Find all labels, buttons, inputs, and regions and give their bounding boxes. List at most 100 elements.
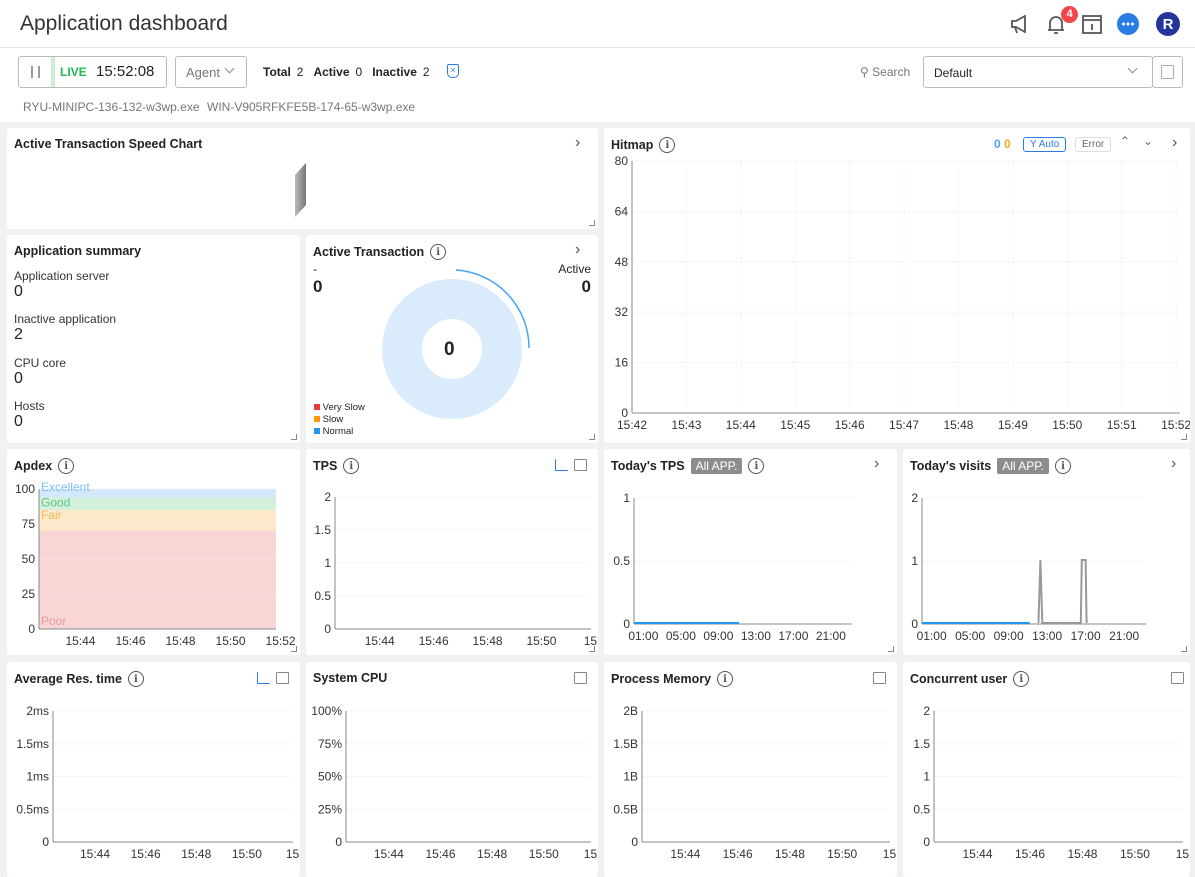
y-tick-label: 1.5B bbox=[613, 737, 638, 751]
chat-icon[interactable] bbox=[1116, 12, 1140, 36]
x-tick-label: 15:46 bbox=[835, 418, 865, 432]
preset-value: Default bbox=[934, 66, 973, 80]
resize-handle[interactable] bbox=[291, 646, 297, 652]
y-tick-label: 75 bbox=[22, 517, 36, 531]
summary-label: Hosts bbox=[14, 399, 45, 413]
x-tick-label: 15:44 bbox=[963, 847, 993, 861]
y-tick-label: 0 bbox=[631, 835, 638, 849]
band-label: Poor bbox=[41, 614, 66, 628]
x-tick-label: 15:46 bbox=[1015, 847, 1045, 861]
resize-handle[interactable] bbox=[1181, 646, 1187, 652]
x-tick-label: 15:48 bbox=[775, 847, 805, 861]
inactive-label: Inactive bbox=[372, 65, 417, 79]
search-button[interactable]: ⚲ Search bbox=[860, 65, 910, 79]
resize-handle[interactable] bbox=[1181, 434, 1187, 440]
active-transaction-donut[interactable] bbox=[376, 265, 536, 425]
agent-dropdown[interactable]: Agent bbox=[175, 56, 247, 88]
resize-handle[interactable] bbox=[888, 646, 894, 652]
x-tick-label: 15:44 bbox=[65, 634, 95, 648]
apdex-panel: Apdex i 0 25 50 75 100 15:44 15:46 15:48 15:50 15:… bbox=[7, 449, 300, 655]
speed-chart-panel: Active Transaction Speed Chart › bbox=[7, 128, 598, 229]
tps-chart[interactable]: 00.511.5215:4415:4615:4815:5015:5 bbox=[306, 449, 598, 655]
x-tick-label: 15:5 bbox=[584, 847, 598, 861]
y-tick-label: 0 bbox=[335, 835, 342, 849]
info-panel-icon[interactable] bbox=[1080, 12, 1104, 36]
agent-counts: Total 2 Active 0 Inactive 2 bbox=[263, 65, 430, 79]
avatar[interactable]: R bbox=[1156, 12, 1180, 36]
pause-icon[interactable] bbox=[31, 66, 40, 78]
save-icon bbox=[1161, 65, 1174, 79]
resize-handle[interactable] bbox=[589, 646, 595, 652]
y-tick-label: 1 bbox=[324, 556, 331, 570]
x-tick-label: 13:00 bbox=[741, 629, 771, 643]
legend-label: Very Slow bbox=[322, 402, 365, 413]
concurrent-user-chart[interactable]: 0 0.5 1 1.5 2 15:44 15:46 15:48 15:50 15:5 bbox=[903, 662, 1190, 877]
resize-handle[interactable] bbox=[291, 434, 297, 440]
y-tick-label: 1 bbox=[623, 491, 630, 505]
summary-value: 0 bbox=[14, 370, 23, 387]
hitmap-chart[interactable]: 0163248648015:42 15:43 15:44 15:45 15:46 15:4… bbox=[604, 128, 1190, 443]
y-tick-label: 50 bbox=[22, 552, 36, 566]
speed-chart-graphic bbox=[295, 163, 306, 217]
todays-visits-chart[interactable]: 01201:00 05:00 09:00 13:00 17:00 21:00 bbox=[903, 449, 1190, 655]
chevron-right-icon[interactable]: › bbox=[575, 134, 580, 152]
save-button[interactable] bbox=[1152, 56, 1183, 88]
x-tick-label: 13:00 bbox=[1032, 629, 1062, 643]
x-tick-label: 09:00 bbox=[994, 629, 1024, 643]
x-tick-label: 15:50 bbox=[526, 634, 556, 648]
y-tick-label: 1.5 bbox=[913, 737, 930, 751]
clear-filter-icon[interactable]: × bbox=[447, 64, 459, 78]
y-tick-label: 64 bbox=[615, 204, 629, 218]
x-tick-label: 15:48 bbox=[477, 847, 507, 861]
y-tick-label: 1B bbox=[623, 770, 638, 784]
resize-handle[interactable] bbox=[589, 434, 595, 440]
y-tick-label: 1ms bbox=[26, 770, 49, 784]
x-tick-label: 15:44 bbox=[365, 634, 395, 648]
y-tick-label: 0 bbox=[923, 835, 930, 849]
x-tick-label: 15:46 bbox=[419, 634, 449, 648]
left-label: - bbox=[313, 262, 317, 276]
live-control[interactable]: LIVE 15:52:08 bbox=[18, 56, 167, 88]
x-tick-label: 15:50 bbox=[216, 634, 246, 648]
band-label: Fair bbox=[41, 508, 62, 522]
megaphone-icon[interactable] bbox=[1008, 12, 1032, 36]
x-tick-label: 15:50 bbox=[232, 847, 262, 861]
y-tick-label: 48 bbox=[615, 255, 629, 269]
system-cpu-chart[interactable]: 0 25% 50% 75% 100% 15:44 15:46 15:48 15:50 15:5 bbox=[306, 662, 598, 877]
y-tick-label: 0.5 bbox=[913, 802, 930, 816]
preset-select[interactable]: Default bbox=[923, 56, 1153, 88]
y-tick-label: 100% bbox=[311, 704, 342, 718]
avg-res-chart[interactable]: 0 0.5ms 1ms 1.5ms 2ms 15:44 15:46 15:48 15:50 15:… bbox=[7, 662, 300, 877]
todays-tps-chart[interactable]: 00.5101:00 05:00 09:00 13:00 17:00 21:00 bbox=[604, 449, 897, 655]
x-tick-label: 15:44 bbox=[726, 418, 756, 432]
todays-tps-panel: Today's TPS All APP. i › 0 0.5 1 01:00 05:00 09… bbox=[604, 449, 897, 655]
apdex-band bbox=[39, 531, 276, 629]
resize-handle[interactable] bbox=[589, 220, 595, 226]
summary-value: 2 bbox=[14, 326, 23, 343]
x-tick-label: 17:00 bbox=[1071, 629, 1101, 643]
x-tick-label: 15:50 bbox=[529, 847, 559, 861]
agent-tag[interactable]: RYU-MINIPC-136-132-w3wp.exe bbox=[23, 100, 200, 114]
agent-tag[interactable]: WIN-V905RFKFE5B-174-65-w3wp.exe bbox=[207, 100, 415, 114]
summary-value: 0 bbox=[14, 413, 23, 430]
apdex-chart[interactable]: 025507510015:44 15:46 15:48 15:50 15:52Excel… bbox=[7, 449, 300, 655]
y-tick-label: 2 bbox=[324, 490, 331, 504]
chevron-down-icon bbox=[1127, 63, 1138, 74]
apdex-band bbox=[39, 497, 276, 510]
y-tick-label: 0.5 bbox=[613, 554, 630, 568]
process-memory-panel: Process Memory i 0 0.5B 1B 1.5B 2B 15:44 15:46 1… bbox=[604, 662, 897, 877]
x-tick-label: 15:51 bbox=[1107, 418, 1137, 432]
info-icon[interactable]: i bbox=[430, 244, 447, 260]
process-memory-chart[interactable]: 0 0.5B 1B 1.5B 2B 15:44 15:46 15:48 15:50 15:5 bbox=[604, 662, 897, 877]
legend-item: Slow bbox=[314, 414, 365, 426]
y-tick-label: 32 bbox=[615, 305, 629, 319]
y-tick-label: 1.5 bbox=[314, 523, 331, 537]
hitmap-panel: Hitmap i 0 0 Y Auto Error ⌃ ⌄ › 0 16 32 48 64… bbox=[604, 128, 1190, 443]
x-tick-label: 15:44 bbox=[670, 847, 700, 861]
x-tick-label: 15:46 bbox=[723, 847, 753, 861]
chevron-right-icon[interactable]: › bbox=[575, 241, 580, 259]
x-tick-label: 15:46 bbox=[131, 847, 161, 861]
y-tick-label: 1 bbox=[923, 770, 930, 784]
legend: Very Slow Slow Normal bbox=[314, 402, 365, 438]
x-tick-label: 21:00 bbox=[816, 629, 846, 643]
